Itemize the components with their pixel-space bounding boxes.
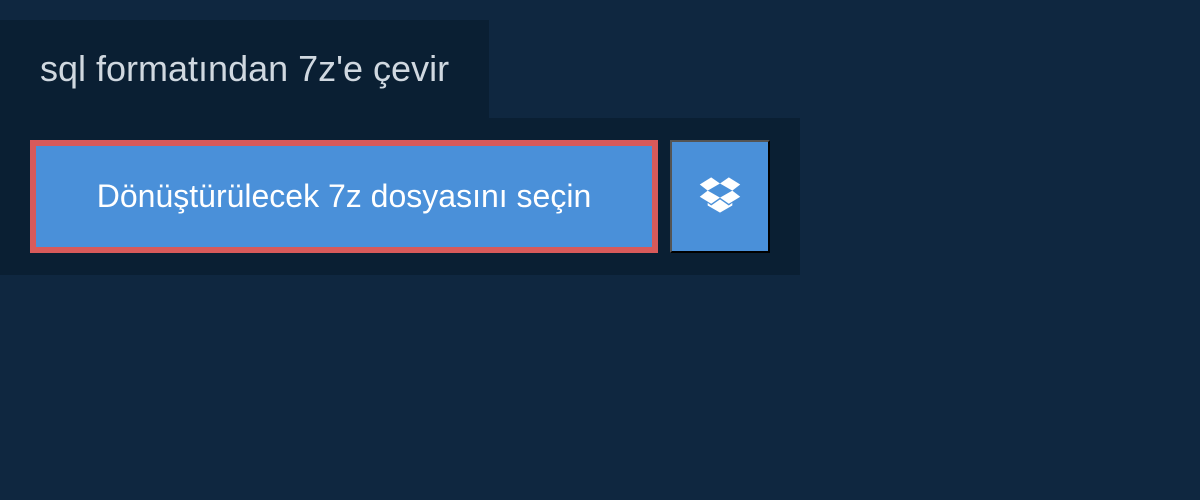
header-tab: sql formatından 7z'e çevir	[0, 20, 489, 118]
dropbox-icon	[698, 173, 742, 220]
dropbox-button[interactable]	[670, 140, 770, 253]
select-file-button[interactable]: Dönüştürülecek 7z dosyasını seçin	[30, 140, 658, 253]
page-title: sql formatından 7z'e çevir	[40, 48, 449, 90]
select-file-label: Dönüştürülecek 7z dosyasını seçin	[97, 178, 591, 215]
upload-panel: Dönüştürülecek 7z dosyasını seçin	[0, 118, 800, 275]
button-row: Dönüştürülecek 7z dosyasını seçin	[30, 140, 770, 253]
